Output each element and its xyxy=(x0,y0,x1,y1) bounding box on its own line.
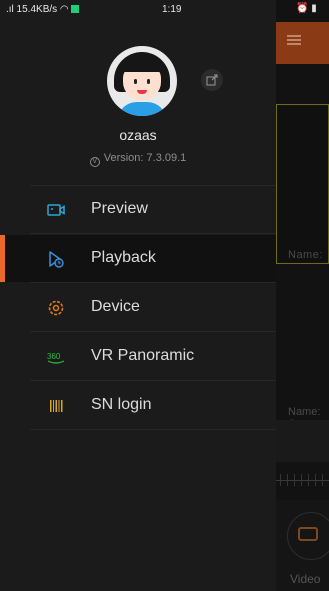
username: ozaas xyxy=(119,127,157,143)
divider xyxy=(30,331,276,332)
menu-item-device[interactable]: Device xyxy=(0,284,276,331)
playback-icon xyxy=(49,251,64,268)
menu-item-preview[interactable]: Preview xyxy=(0,186,276,233)
background-header xyxy=(276,22,329,64)
divider xyxy=(30,429,276,430)
background-toolbar xyxy=(276,420,329,462)
preview-camera-icon xyxy=(47,204,65,216)
background-video-frame xyxy=(276,104,329,264)
svg-text:360: 360 xyxy=(47,352,61,361)
active-indicator xyxy=(0,235,5,282)
divider xyxy=(30,380,276,381)
background-name-label: Name: xyxy=(288,249,323,261)
network-speed: .ıl 15.4KB/s ◠ xyxy=(6,4,79,15)
app-notification-icon xyxy=(70,5,79,13)
vr-360-icon: 360 xyxy=(47,352,65,364)
navigation-drawer: ozaas V Version: 7.3.09.1 Preview Playbac… xyxy=(0,0,276,591)
menu-item-label: Preview xyxy=(91,200,148,217)
menu-item-label: Playback xyxy=(91,249,156,266)
video-icon xyxy=(298,527,318,541)
hamburger-icon[interactable] xyxy=(287,35,301,45)
video-label: Video xyxy=(290,572,321,586)
divider xyxy=(30,233,276,234)
divider xyxy=(30,282,276,283)
menu-item-label: Device xyxy=(91,298,140,315)
avatar[interactable] xyxy=(107,46,177,116)
wifi-icon: ◠ xyxy=(59,4,69,15)
clock: 1:19 xyxy=(162,4,182,15)
barcode-icon xyxy=(50,400,63,412)
menu-item-label: VR Panoramic xyxy=(91,347,195,364)
menu-item-vr-panoramic[interactable]: 360 VR Panoramic xyxy=(0,333,276,380)
menu-item-sn-login[interactable]: SN login xyxy=(0,382,276,429)
menu-item-label: SN login xyxy=(91,396,152,413)
status-bar: .ıl 15.4KB/s ◠ 1:19 ⏰ ▮ xyxy=(0,0,329,20)
app-version: V Version: 7.3.09.1 xyxy=(0,152,276,167)
status-icons: ⏰ ▮ xyxy=(296,3,317,14)
share-icon[interactable] xyxy=(201,69,223,91)
version-icon: V xyxy=(89,157,100,167)
timeline xyxy=(276,480,329,481)
menu-item-playback[interactable]: Playback xyxy=(0,235,276,282)
device-gear-icon xyxy=(48,300,64,316)
